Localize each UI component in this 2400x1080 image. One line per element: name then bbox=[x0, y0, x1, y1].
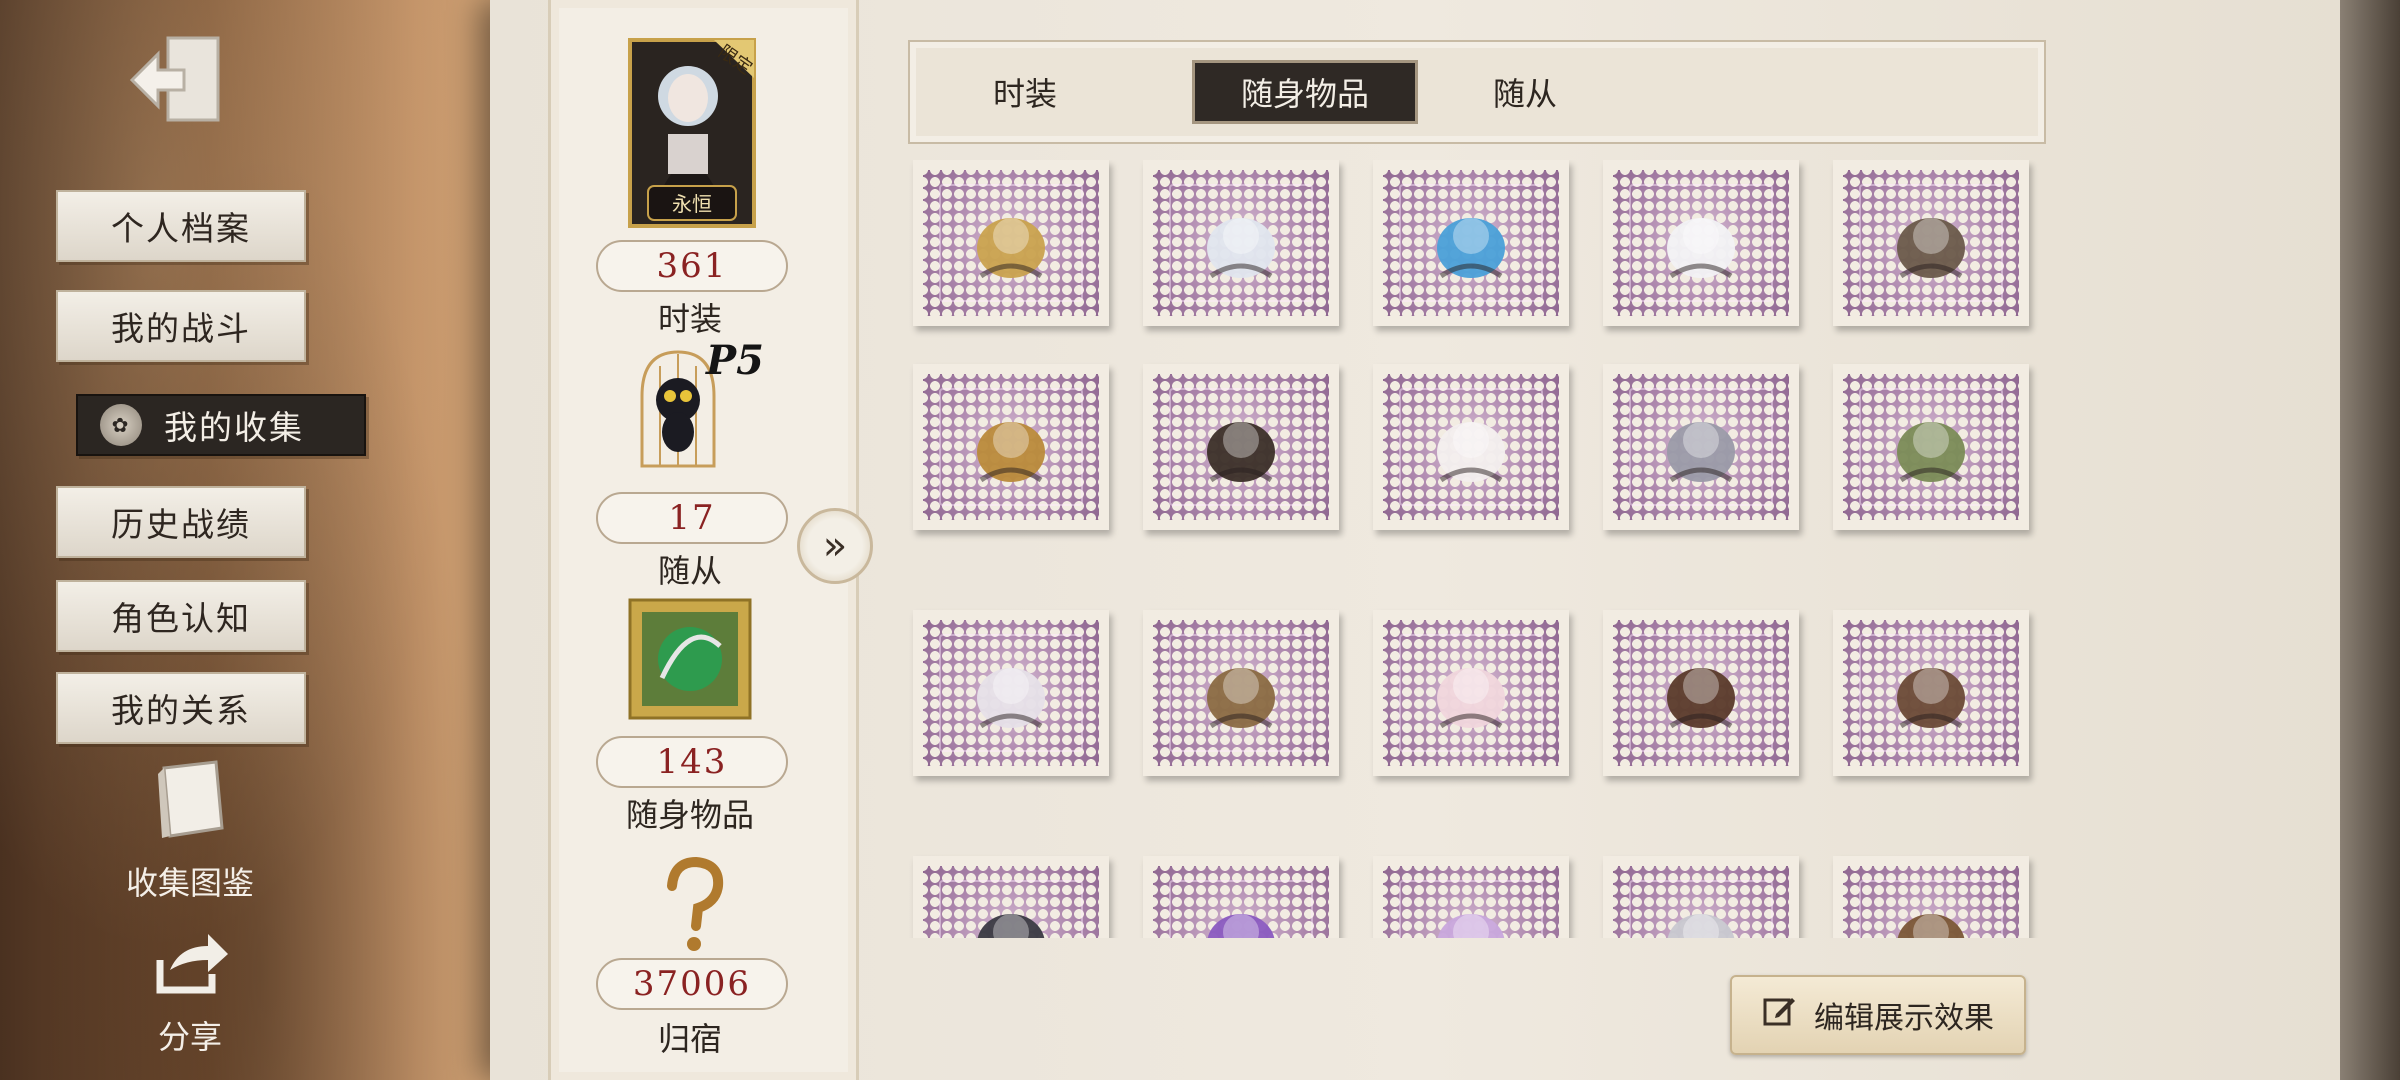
accessory-item-card[interactable] bbox=[1833, 364, 2029, 530]
edit-display-button[interactable]: 编辑展示效果 bbox=[1730, 975, 2026, 1055]
codex-button[interactable]: 收集图鉴 bbox=[110, 758, 270, 904]
menu-label: 角色认知 bbox=[111, 599, 251, 638]
menu-label: 我的战斗 bbox=[111, 309, 251, 348]
menu-battle-button[interactable]: 我的战斗 bbox=[56, 290, 306, 362]
laurel-crown-icon bbox=[1876, 186, 1986, 300]
accessory-grid bbox=[905, 160, 2045, 938]
magic-flute-icon bbox=[956, 390, 1066, 504]
double-chevron-icon: » bbox=[822, 523, 848, 569]
codex-label: 收集图鉴 bbox=[125, 864, 254, 902]
menu-label: 历史战绩 bbox=[111, 505, 251, 544]
accessory-label: 随身物品 bbox=[625, 796, 754, 834]
companion-portrait[interactable]: P5 bbox=[628, 336, 764, 476]
accessory-item-card[interactable] bbox=[913, 610, 1109, 776]
star-mace-icon bbox=[1646, 390, 1756, 504]
crystal-flower-icon bbox=[1416, 882, 1526, 938]
accessory-item-card[interactable] bbox=[1373, 610, 1569, 776]
accessory-item-card[interactable] bbox=[1143, 160, 1339, 326]
costume-count: 361 bbox=[596, 240, 788, 292]
accessory-item-card[interactable] bbox=[1833, 610, 2029, 776]
share-icon bbox=[110, 930, 270, 1004]
haunted-radio-icon bbox=[1646, 636, 1756, 750]
accessory-item-card[interactable] bbox=[913, 364, 1109, 530]
companion-label: 随从 bbox=[657, 552, 722, 590]
menu-label: 我的收集 bbox=[164, 408, 304, 447]
violet-gem-icon bbox=[1186, 882, 1296, 938]
target-board-icon bbox=[1876, 636, 1986, 750]
menu-collection-button[interactable]: ✿ 我的收集 bbox=[76, 394, 366, 456]
home-question-icon[interactable] bbox=[628, 856, 756, 956]
feather-quill-icon bbox=[1416, 390, 1526, 504]
accessory-item-card[interactable] bbox=[1143, 856, 1339, 938]
pufferfish-bowl-icon bbox=[1186, 186, 1296, 300]
tab-bar: 时装 随身物品 随从 bbox=[908, 40, 2046, 144]
companion-count: 17 bbox=[596, 492, 788, 544]
accessory-item-card[interactable] bbox=[1143, 610, 1339, 776]
torch-stand-icon bbox=[1186, 390, 1296, 504]
dragonfly-icon bbox=[1876, 390, 1986, 504]
share-button[interactable]: 分享 bbox=[110, 930, 270, 1058]
costume-label: 时装 bbox=[657, 300, 722, 338]
tab-companion[interactable]: 随从 bbox=[1440, 60, 1610, 124]
pocket-watch-icon bbox=[956, 186, 1066, 300]
paper-edge bbox=[2340, 0, 2400, 1080]
blue-fin-trident-icon bbox=[1416, 186, 1526, 300]
accessory-item-card[interactable] bbox=[1603, 160, 1799, 326]
tab-costume[interactable]: 时装 bbox=[940, 60, 1110, 124]
accessory-item-card[interactable] bbox=[1833, 160, 2029, 326]
book-icon bbox=[110, 758, 270, 850]
share-label: 分享 bbox=[157, 1018, 222, 1056]
menu-label: 个人档案 bbox=[111, 209, 251, 248]
accessory-item-card[interactable] bbox=[1603, 856, 1799, 938]
accessory-item-card[interactable] bbox=[1373, 364, 1569, 530]
edit-pen-icon bbox=[1762, 994, 1796, 1036]
ballet-dress-icon bbox=[1416, 636, 1526, 750]
edit-button-label: 编辑展示效果 bbox=[1814, 1001, 1994, 1036]
firecracker-icon bbox=[1186, 636, 1296, 750]
accessory-item-card[interactable] bbox=[1603, 610, 1799, 776]
menu-history-button[interactable]: 历史战绩 bbox=[56, 486, 306, 558]
accessory-item-card[interactable] bbox=[1373, 856, 1569, 938]
home-label: 归宿 bbox=[657, 1020, 722, 1058]
accessory-item-card[interactable] bbox=[1373, 160, 1569, 326]
menu-relations-button[interactable]: 我的关系 bbox=[56, 672, 306, 744]
snow-doll-icon bbox=[1646, 186, 1756, 300]
home-count: 37006 bbox=[596, 958, 788, 1010]
accessory-item-card[interactable] bbox=[1143, 364, 1339, 530]
menu-character-button[interactable]: 角色认知 bbox=[56, 580, 306, 652]
accessory-item-card[interactable] bbox=[1833, 856, 2029, 938]
silver-orb-icon bbox=[1646, 882, 1756, 938]
tab-accessory[interactable]: 随身物品 bbox=[1192, 60, 1418, 124]
expand-chevron-button[interactable]: » bbox=[797, 508, 873, 584]
costume-portrait[interactable]: 限定 永恒 bbox=[628, 38, 756, 228]
accessory-item-card[interactable] bbox=[1603, 364, 1799, 530]
dark-helmet-icon bbox=[956, 882, 1066, 938]
accessory-item-card[interactable] bbox=[913, 160, 1109, 326]
exit-icon[interactable] bbox=[128, 30, 228, 130]
accessory-thumbnail[interactable] bbox=[628, 598, 756, 720]
costume-frame-label: 永恒 bbox=[672, 192, 712, 216]
menu-profile-button[interactable]: 个人档案 bbox=[56, 190, 306, 262]
menu-label: 我的关系 bbox=[111, 691, 251, 730]
ghost-plush-icon bbox=[956, 636, 1066, 750]
bronze-bell-icon bbox=[1876, 882, 1986, 938]
persona-badge-text: P5 bbox=[705, 337, 764, 384]
collection-emblem-icon: ✿ bbox=[100, 404, 142, 446]
accessory-item-card[interactable] bbox=[913, 856, 1109, 938]
accessory-count: 143 bbox=[596, 736, 788, 788]
